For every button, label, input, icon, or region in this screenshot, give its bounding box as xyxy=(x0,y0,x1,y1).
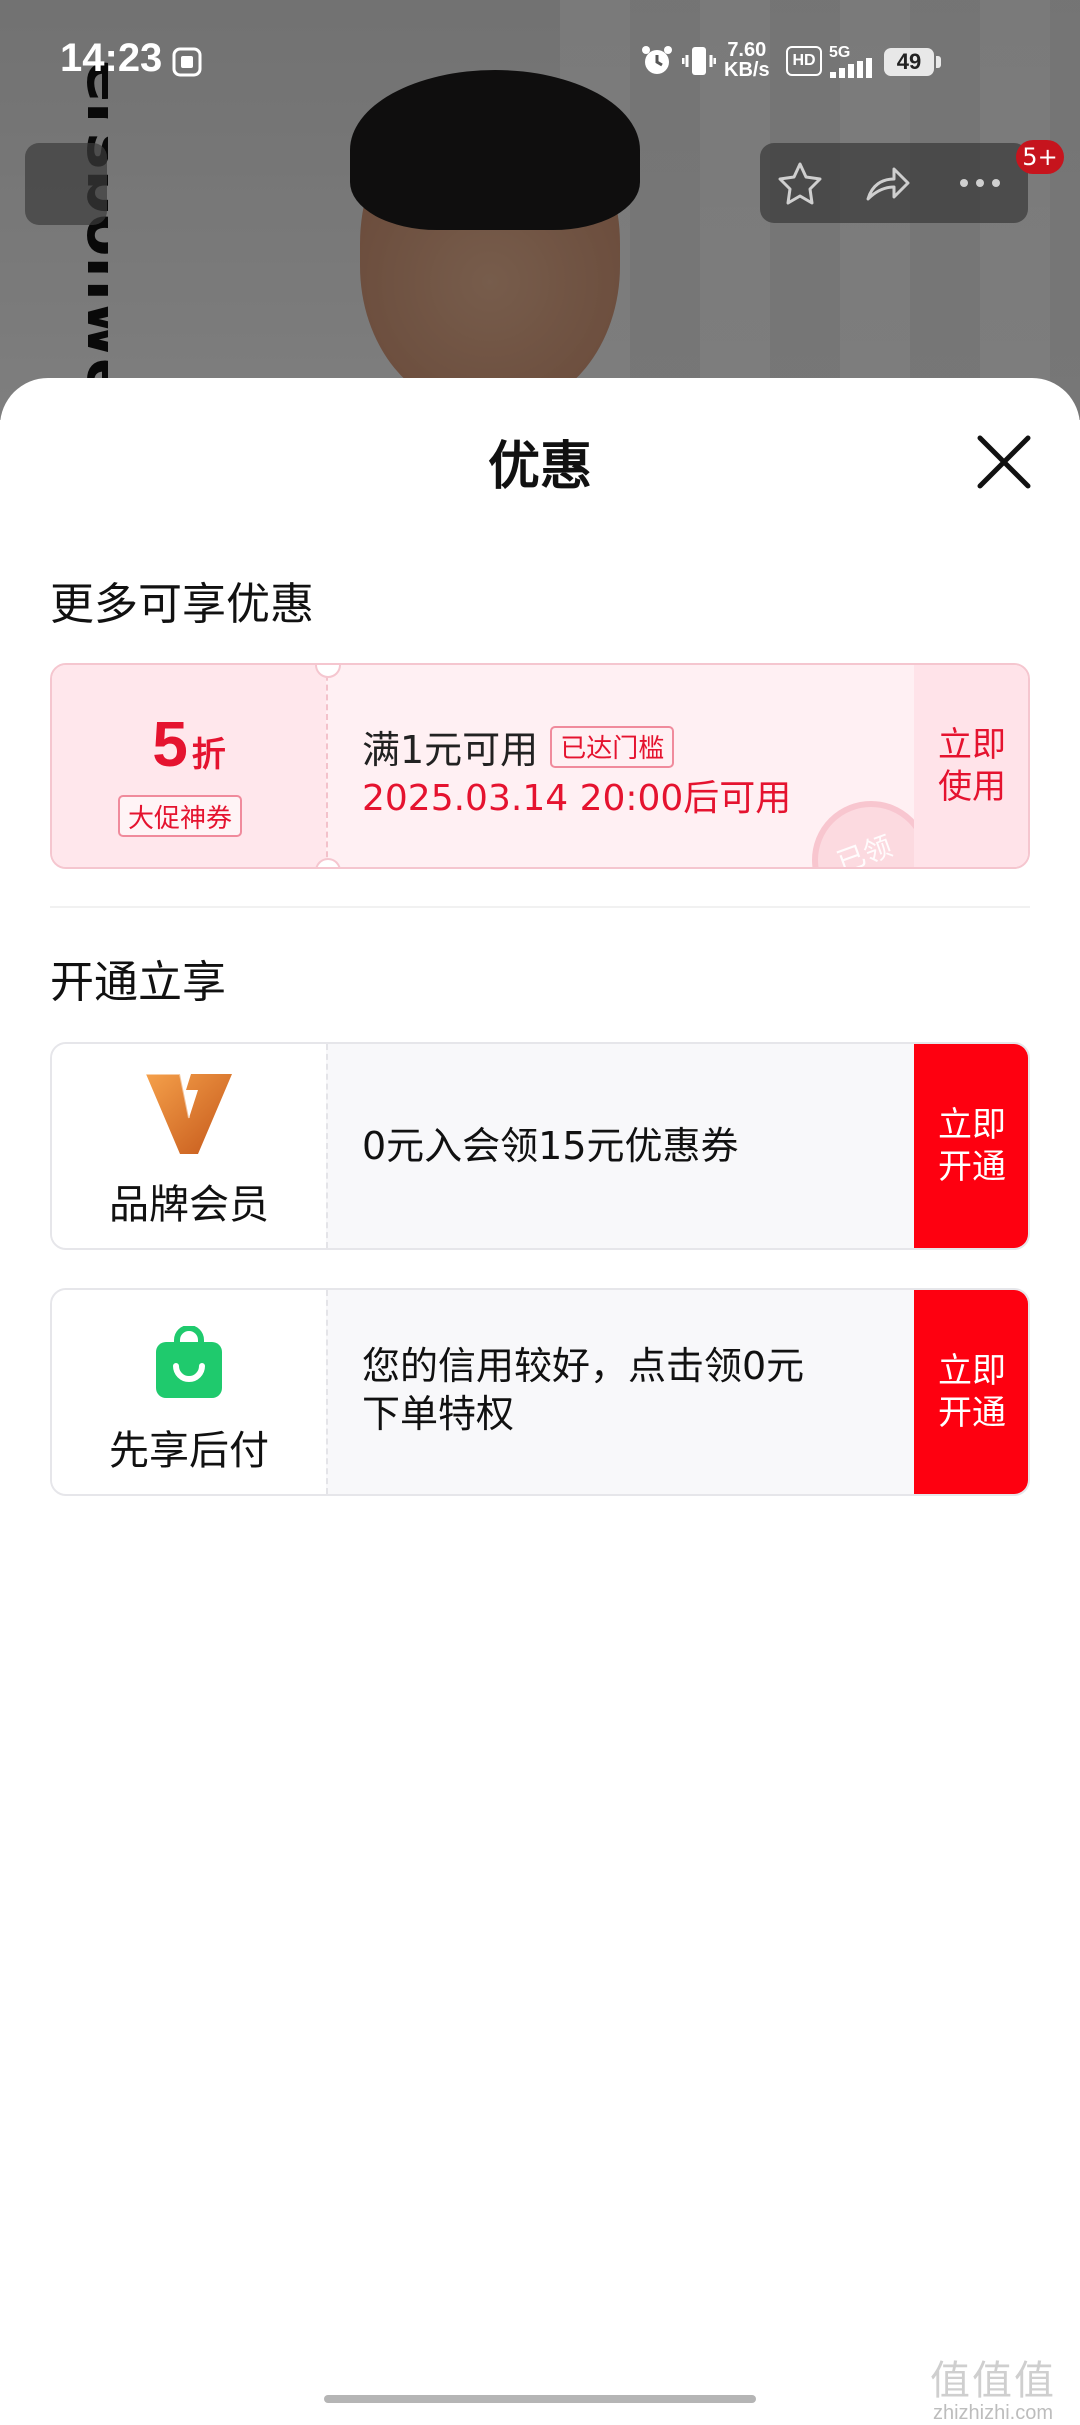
brand-membership-card[interactable]: 品牌会员 0元入会领15元优惠券 立即 开通 xyxy=(50,1042,1030,1250)
coupon-condition-row: 满1元可用 已达门槛 xyxy=(362,719,675,774)
status-bar: 14:23 7.60 KB/s HD 5G 49 xyxy=(0,0,1080,120)
discount-sheet: 优惠 更多可享优惠 5折 大促神券 满1元可用 已达门槛 2025.03.14 … xyxy=(0,378,1080,2408)
status-time: 14:23 xyxy=(60,36,163,80)
section-divider xyxy=(50,906,1030,908)
coupon-discount: 5折 xyxy=(152,708,226,780)
section-title-more-discounts: 更多可享优惠 xyxy=(50,579,314,630)
shopping-bag-icon xyxy=(156,1326,222,1398)
star-icon[interactable] xyxy=(776,161,824,205)
coupon-left: 5折 大促神券 xyxy=(52,665,326,867)
net-speed: 7.60 KB/s xyxy=(724,39,770,81)
alarm-icon xyxy=(640,44,674,82)
watermark-url: zhizhizhi.com xyxy=(932,2402,1054,2424)
threshold-tag: 已达门槛 xyxy=(550,725,675,768)
open-pay-later-button[interactable]: 立即 开通 xyxy=(914,1290,1028,1494)
back-button[interactable] xyxy=(25,143,107,225)
close-icon[interactable] xyxy=(972,430,1036,494)
watermark: 值值值 zhizhizhi.com xyxy=(930,2348,1056,2425)
coupon-condition: 满1元可用 xyxy=(362,728,539,772)
signal-icon xyxy=(830,58,876,82)
pay-later-label: 先享后付 xyxy=(109,1428,269,1474)
coupon-valid-time: 2025.03.14 20:00后可用 xyxy=(362,778,792,819)
brand-membership-label: 品牌会员 xyxy=(109,1182,269,1228)
open-membership-button[interactable]: 立即 开通 xyxy=(914,1044,1028,1248)
battery-icon: 49 xyxy=(884,48,934,76)
coupon-type-tag: 大促神券 xyxy=(118,795,243,837)
brand-v-logo-icon xyxy=(146,1073,232,1154)
use-now-button[interactable]: 立即 使用 xyxy=(914,665,1028,867)
vibrate-icon xyxy=(681,44,717,82)
share-icon[interactable] xyxy=(864,161,912,205)
pay-later-card[interactable]: 先享后付 您的信用较好，点击领0元 下单特权 立即 开通 xyxy=(50,1288,1030,1496)
claimed-stamp: 已领 xyxy=(812,801,930,867)
coupon-card[interactable]: 5折 大促神券 满1元可用 已达门槛 2025.03.14 20:00后可用 已… xyxy=(50,663,1030,869)
watermark-logo: 值值值 xyxy=(930,2358,1056,2404)
home-indicator[interactable] xyxy=(324,2395,756,2403)
brand-membership-text: 0元入会领15元优惠券 xyxy=(362,1124,739,1168)
cart-count-badge: 5+ xyxy=(1016,140,1064,174)
screenshot-icon xyxy=(172,47,202,81)
sheet-title: 优惠 xyxy=(487,437,592,497)
section-title-open-to-enjoy: 开通立享 xyxy=(50,957,226,1008)
pay-later-text: 您的信用较好，点击领0元 下单特权 xyxy=(362,1344,805,1436)
product-actions xyxy=(760,143,1028,223)
more-icon[interactable] xyxy=(956,161,1004,205)
hd-icon: HD xyxy=(786,46,822,76)
